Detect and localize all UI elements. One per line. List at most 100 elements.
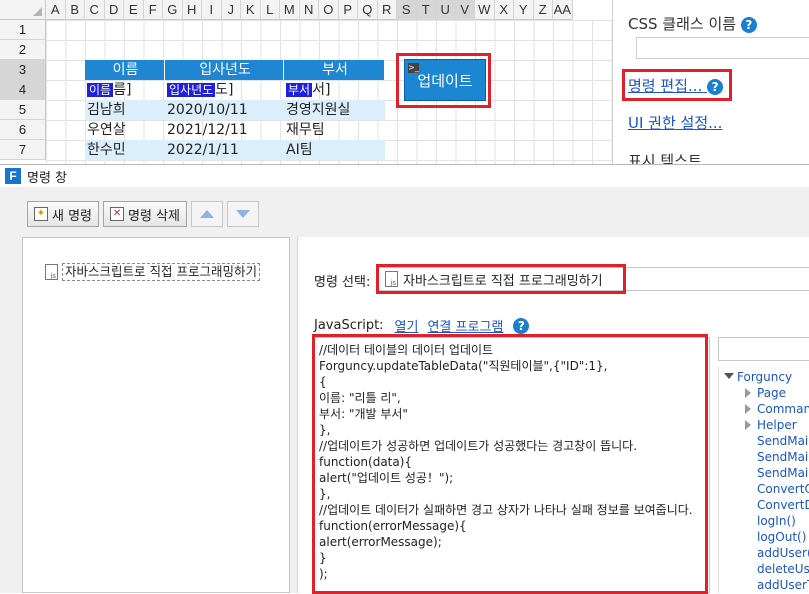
collapse-arrow-icon[interactable] [745,420,751,430]
arrow-down-icon [236,210,250,218]
open-link[interactable]: 열기 [395,316,419,335]
column-header[interactable]: T [416,0,436,20]
field-bracket-text: 름] [113,82,132,98]
title-bar[interactable]: F 명령 창 [0,165,809,187]
column-header[interactable]: I [202,0,222,20]
api-tree-item[interactable]: logIn() [757,513,796,529]
collapse-arrow-icon[interactable] [745,404,751,414]
command-toolbar: ✦ 새 명령 ✕ 명령 삭제 [27,199,263,229]
field-chip: 이름 [87,83,114,97]
column-header[interactable]: O [319,0,339,20]
table-header-cell[interactable]: 입사년도 [165,60,284,80]
column-header[interactable]: Y [514,0,534,20]
help-icon[interactable]: ? [513,317,530,334]
column-header[interactable]: H [183,0,202,20]
api-tree-item[interactable]: ConvertD [757,497,809,513]
column-header[interactable]: C [85,0,105,20]
column-header[interactable]: G [163,0,183,20]
api-tree-item[interactable]: ConvertO [757,481,809,497]
expand-arrow-icon[interactable] [724,373,734,379]
column-header[interactable]: K [241,0,261,20]
column-header[interactable]: AA [553,0,573,20]
table-cell[interactable]: 경영지원실 [284,100,385,120]
api-tree-item[interactable]: SendMail [757,465,809,481]
column-header[interactable]: U [436,0,456,20]
table-cell[interactable]: 부서 서] [284,80,385,100]
select-all-corner[interactable] [0,0,46,20]
table-cell[interactable]: 한수민 [85,140,165,160]
table-cell[interactable]: 우연살 [85,120,165,140]
help-icon[interactable]: ? [740,16,757,33]
table-cell[interactable]: 이름 름] [85,80,165,100]
table-cell[interactable]: 재무팀 [284,120,385,140]
table-cell[interactable]: AI팀 [284,140,385,160]
column-header[interactable]: Z [534,0,553,20]
move-down-button[interactable] [227,201,259,227]
column-header[interactable]: E [124,0,144,20]
field-bracket-text: 도] [215,82,234,98]
table-header-row: 이름 입사년도 부서 [85,60,385,80]
column-header[interactable]: F [144,0,163,20]
column-header[interactable]: S [397,0,417,20]
table-cell[interactable]: 2020/10/11 [165,100,284,120]
highlight-box [396,53,491,108]
row-header[interactable]: 3 [0,60,46,80]
row-header[interactable]: 7 [0,140,46,160]
javascript-file-icon: js [45,264,58,280]
column-header[interactable]: J [222,0,241,20]
row-header[interactable]: 6 [0,120,46,140]
open-with-link[interactable]: 연결 프로그램 [427,316,503,335]
collapse-arrow-icon[interactable] [745,388,751,398]
api-tree-group[interactable]: Helper [757,417,797,433]
row-header[interactable]: 4 [0,80,46,100]
column-header[interactable]: A [46,0,66,20]
api-tree-item[interactable]: deleteUse [757,561,809,577]
table-cell[interactable]: 2021/12/11 [165,120,284,140]
delete-command-button[interactable]: ✕ 명령 삭제 [103,201,187,227]
column-header[interactable]: M [280,0,300,20]
api-tree[interactable]: Forguncy Page Commands Helper SendMail S… [718,367,809,593]
move-up-button[interactable] [191,201,223,227]
api-search-input[interactable] [718,337,809,361]
css-class-input[interactable] [636,37,809,59]
row-header[interactable]: 5 [0,100,46,120]
delete-document-icon: ✕ [110,207,125,221]
field-chip: 입사년도 [167,83,216,97]
column-header[interactable]: W [475,0,495,20]
javascript-row: JavaScript: 열기 연결 프로그램 ? [314,316,530,335]
highlight-box [376,264,626,294]
table-header-cell[interactable]: 이름 [85,60,165,80]
command-list[interactable]: js 자바스크립트로 직접 프로그래밍하기 [22,237,290,593]
column-header[interactable]: B [66,0,85,20]
table-binding-row: 이름 름] 입사년도 도] 부서 서] [85,80,385,100]
api-tree-root[interactable]: Forguncy [737,369,792,385]
api-tree-item[interactable]: SendMail [757,449,809,465]
table-header-cell[interactable]: 부서 [284,60,385,80]
api-tree-item[interactable]: addUserT [757,577,809,593]
column-header[interactable]: R [378,0,397,20]
employee-table[interactable]: 이름 입사년도 부서 이름 름] 입사년도 도] 부서 서] 김남희 2020/10/… [85,60,385,160]
column-header[interactable]: X [495,0,514,20]
column-header[interactable]: L [261,0,280,20]
column-header[interactable]: V [455,0,475,20]
table-cell[interactable]: 김남희 [85,100,165,120]
arrow-up-icon [200,210,214,218]
column-header[interactable]: Q [358,0,378,20]
row-header[interactable]: 1 [0,20,46,40]
table-cell[interactable]: 입사년도 도] [165,80,284,100]
ui-permission-link[interactable]: UI 권한 설정... [628,112,722,133]
row-header[interactable]: 2 [0,40,46,60]
row-headers: 1 2 3 4 5 6 7 [0,20,46,160]
column-header[interactable]: N [300,0,319,20]
new-command-button[interactable]: ✦ 새 명령 [27,201,100,227]
api-tree-item[interactable]: addUser() [757,545,809,561]
api-tree-item[interactable]: logOut() [757,529,806,545]
command-list-item[interactable]: js 자바스크립트로 직접 프로그래밍하기 [45,262,260,282]
table-cell[interactable]: 2022/1/11 [165,140,284,160]
api-tree-group[interactable]: Commands [757,401,809,417]
column-header[interactable]: D [105,0,124,20]
column-header[interactable]: P [339,0,358,20]
api-tree-group[interactable]: Page [757,385,786,401]
api-tree-item[interactable]: SendMail [757,433,809,449]
column-headers: A B C D E F G H I J K L M N O P Q R S T … [46,0,573,20]
